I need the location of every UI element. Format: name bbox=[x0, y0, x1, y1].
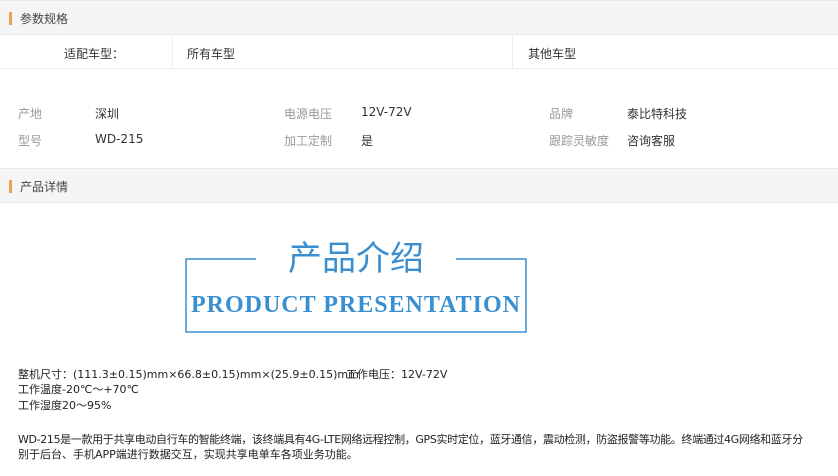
fitment-label: 适配车型： bbox=[64, 47, 125, 61]
fitment-divider bbox=[172, 35, 173, 68]
banner-title-en: PRODUCT PRESENTATION bbox=[191, 292, 521, 318]
banner-title-cn: 产品介绍 bbox=[288, 239, 424, 279]
fitment-divider bbox=[512, 35, 513, 68]
desc-paragraph-line2: 别于后台、手机APP端进行数据交互，实现共享电单车各项业务功能。 bbox=[18, 448, 358, 461]
section-accent-bar bbox=[9, 12, 12, 25]
spec-label-sensitivity: 跟踪灵敏度 bbox=[549, 134, 610, 148]
section-accent-bar bbox=[9, 180, 12, 193]
params-section-header: 参数规格 bbox=[0, 0, 838, 35]
spec-value-brand: 泰比特科技 bbox=[627, 107, 688, 121]
spec-label-origin: 产地 bbox=[18, 107, 43, 121]
desc-paragraph-line1: WD-215是一款用于共享电动自行车的智能终端，该终端具有4G-LTE网络远程控… bbox=[18, 433, 803, 446]
spec-value-model: WD-215 bbox=[95, 132, 144, 146]
fitment-row: 适配车型： 所有车型 其他车型 bbox=[0, 35, 838, 69]
desc-size: 整机尺寸：(111.3±0.15)mm×66.8±0.15)mm×(25.9±0… bbox=[18, 368, 359, 381]
spec-value-custom: 是 bbox=[361, 134, 374, 148]
desc-humidity: 工作湿度20～95% bbox=[18, 399, 112, 412]
spec-value-voltage: 12V-72V bbox=[361, 105, 412, 119]
spec-label-brand: 品牌 bbox=[549, 107, 574, 121]
details-section-title: 产品详情 bbox=[20, 180, 69, 194]
spec-label-model: 型号 bbox=[18, 134, 43, 148]
desc-voltage: 工作电压：12V-72V bbox=[346, 368, 448, 381]
fitment-option-other: 其他车型 bbox=[528, 47, 577, 61]
details-section-header: 产品详情 bbox=[0, 168, 838, 203]
spec-value-origin: 深圳 bbox=[95, 107, 120, 121]
spec-value-sensitivity: 咨询客服 bbox=[627, 134, 676, 148]
fitment-option-all: 所有车型 bbox=[187, 47, 236, 61]
params-section-title: 参数规格 bbox=[20, 12, 69, 26]
spec-label-voltage: 电源电压 bbox=[284, 107, 333, 121]
banner-graphic: 产品介绍 PRODUCT PRESENTATION bbox=[185, 239, 527, 333]
spec-label-custom: 加工定制 bbox=[284, 134, 333, 148]
desc-temperature: 工作温度-20℃～+70℃ bbox=[18, 383, 139, 396]
product-presentation-banner: 产品介绍 PRODUCT PRESENTATION bbox=[184, 232, 528, 333]
